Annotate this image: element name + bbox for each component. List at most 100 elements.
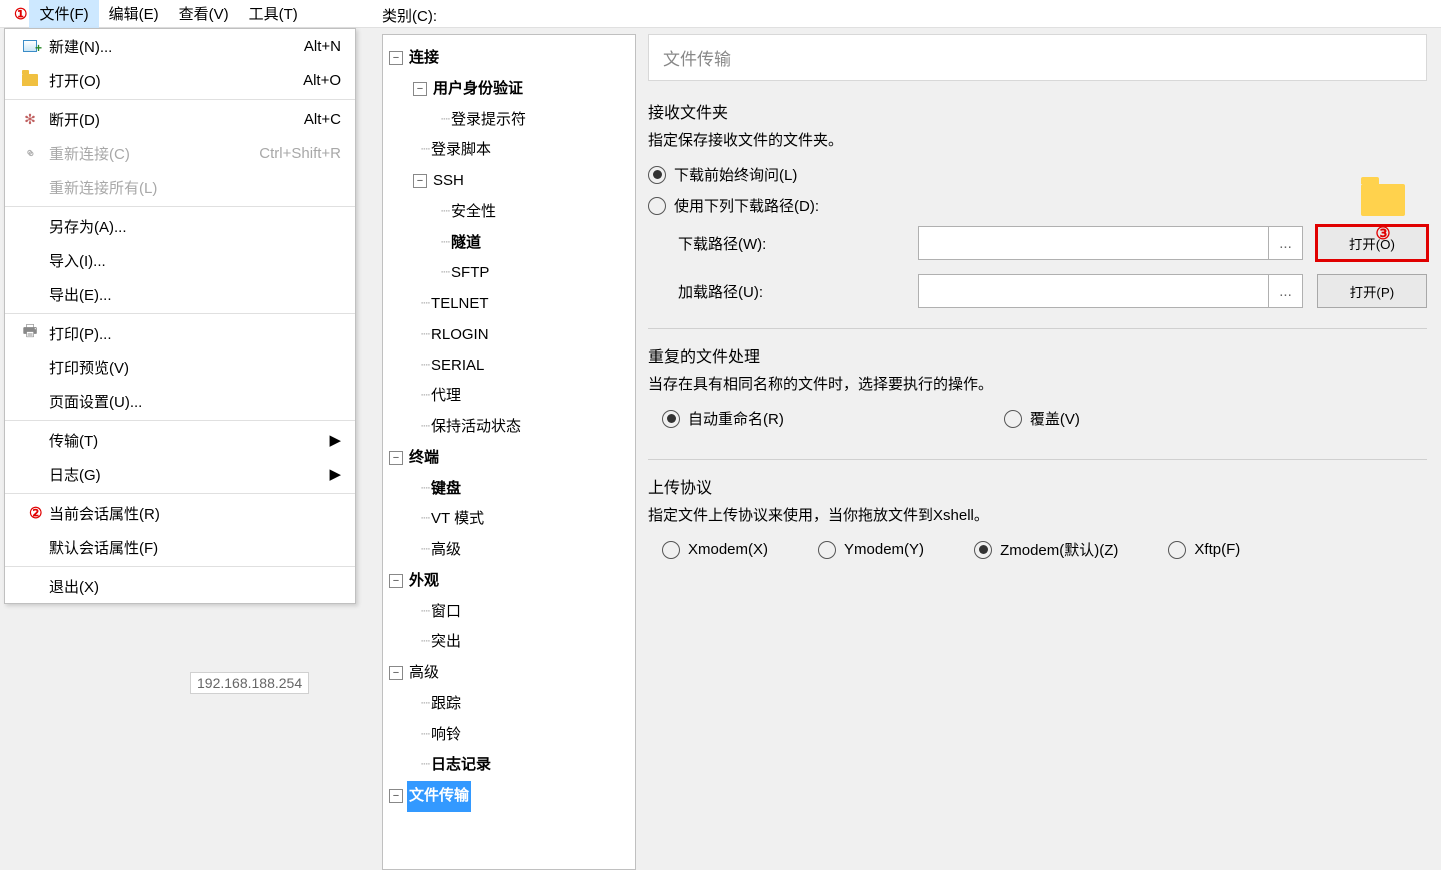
tree-file-transfer[interactable]: −文件传输	[383, 781, 635, 812]
load-path-open-button[interactable]: 打开(P)	[1317, 274, 1427, 308]
radio-icon	[974, 541, 992, 559]
menu-page-setup-label: 页面设置(U)...	[47, 391, 265, 412]
load-path-label: 加载路径(U):	[648, 281, 918, 302]
tree-advanced[interactable]: −高级	[383, 658, 635, 689]
panel-title: 文件传输	[648, 34, 1427, 81]
tree-bell[interactable]: ┈响铃	[383, 720, 635, 751]
menu-save-as[interactable]: 另存为(A)...	[5, 209, 355, 243]
menu-reconnect[interactable]: ⚭ 重新连接(C) Ctrl+Shift+R	[5, 136, 355, 170]
radio-always-ask[interactable]: 下载前始终询问(L)	[648, 164, 1427, 185]
tree-appearance[interactable]: −外观	[383, 566, 635, 597]
chain-icon: ⚭	[12, 135, 48, 171]
tree-advanced-term[interactable]: ┈高级	[383, 535, 635, 566]
menu-disconnect-shortcut: Alt+C	[265, 111, 355, 128]
download-path-browse-button[interactable]: ...	[1269, 226, 1303, 260]
tree-keepalive[interactable]: ┈保持活动状态	[383, 412, 635, 443]
radio-icon	[662, 410, 680, 428]
tree-login-prompt[interactable]: ┈登录提示符	[383, 105, 635, 136]
chevron-right-icon: ▶	[329, 465, 355, 483]
menu-view[interactable]: 查看(V)	[169, 0, 239, 28]
radio-use-path-label: 使用下列下载路径(D):	[674, 195, 819, 216]
menu-transfer[interactable]: 传输(T) ▶	[5, 423, 355, 457]
load-path-input[interactable]	[918, 274, 1269, 308]
menu-disconnect[interactable]: ✻ 断开(D) Alt+C	[5, 102, 355, 136]
tree-security[interactable]: ┈安全性	[383, 197, 635, 228]
menu-reconnect-all[interactable]: 重新连接所有(L)	[5, 170, 355, 204]
tree-telnet[interactable]: ┈TELNET	[383, 289, 635, 320]
menu-export-label: 导出(E)...	[47, 284, 265, 305]
tree-serial[interactable]: ┈SERIAL	[383, 351, 635, 382]
download-path-input[interactable]	[918, 226, 1269, 260]
chevron-right-icon: ▶	[329, 431, 355, 449]
tree-window[interactable]: ┈窗口	[383, 597, 635, 628]
radio-xftp[interactable]: Xftp(F)	[1168, 539, 1240, 560]
annot-3: ③	[1361, 224, 1405, 244]
menu-log[interactable]: 日志(G) ▶	[5, 457, 355, 491]
settings-panel: 文件传输 ③ 接收文件夹 指定保存接收文件的文件夹。 下载前始终询问(L) 使用…	[648, 34, 1427, 870]
tree-proxy[interactable]: ┈代理	[383, 381, 635, 412]
menubar: ① 文件(F) 编辑(E) 查看(V) 工具(T)	[0, 0, 1441, 28]
tree-tunnel[interactable]: ┈隧道	[383, 228, 635, 259]
menu-new-shortcut: Alt+N	[265, 38, 355, 55]
load-path-browse-button[interactable]: ...	[1269, 274, 1303, 308]
tree-connection[interactable]: −连接	[383, 43, 635, 74]
tree-login-script[interactable]: ┈登录脚本	[383, 135, 635, 166]
printer-icon: 🖶	[13, 320, 47, 347]
upload-desc: 指定文件上传协议来使用，当你拖放文件到Xshell。	[648, 504, 1427, 525]
menu-new[interactable]: 新建(N)... Alt+N	[5, 29, 355, 63]
tree-user-auth[interactable]: −用户身份验证	[383, 74, 635, 105]
disconnect-icon: ✻	[13, 111, 47, 128]
menu-open[interactable]: 打开(O) Alt+O	[5, 63, 355, 97]
tree-highlight[interactable]: ┈突出	[383, 627, 635, 658]
open-folder-icon	[13, 74, 47, 86]
radio-overwrite-label: 覆盖(V)	[1030, 408, 1080, 429]
radio-auto-rename[interactable]: 自动重命名(R)	[662, 408, 784, 429]
menu-new-label: 新建(N)...	[47, 36, 265, 57]
menu-import[interactable]: 导入(I)...	[5, 243, 355, 277]
radio-icon	[648, 166, 666, 184]
radio-zmodem-label: Zmodem(默认)(Z)	[1000, 539, 1118, 560]
radio-icon	[818, 541, 836, 559]
tree-vt-mode[interactable]: ┈VT 模式	[383, 504, 635, 535]
recv-folder-desc: 指定保存接收文件的文件夹。	[648, 129, 1427, 150]
tree-keyboard[interactable]: ┈键盘	[383, 474, 635, 505]
radio-icon	[1168, 541, 1186, 559]
menu-file[interactable]: 文件(F)	[29, 0, 98, 28]
download-path-label: 下载路径(W):	[648, 233, 918, 254]
tree-trace[interactable]: ┈跟踪	[383, 689, 635, 720]
menu-page-setup[interactable]: 页面设置(U)...	[5, 384, 355, 418]
menu-tools[interactable]: 工具(T)	[239, 0, 308, 28]
menu-open-label: 打开(O)	[47, 70, 265, 91]
category-tree[interactable]: −连接 −用户身份验证 ┈登录提示符 ┈登录脚本 −SSH ┈安全性 ┈隧道 ┈…	[382, 34, 636, 870]
menu-import-label: 导入(I)...	[47, 250, 265, 271]
menu-current-session-props[interactable]: ② 当前会话属性(R)	[5, 496, 355, 530]
radio-xmodem-label: Xmodem(X)	[688, 541, 768, 558]
annot-2: ②	[29, 504, 42, 522]
tree-ssh[interactable]: −SSH	[383, 166, 635, 197]
menu-edit[interactable]: 编辑(E)	[99, 0, 169, 28]
tree-logging[interactable]: ┈日志记录	[383, 750, 635, 781]
radio-overwrite[interactable]: 覆盖(V)	[1004, 408, 1080, 429]
dup-title: 重复的文件处理	[648, 343, 1427, 367]
tree-rlogin[interactable]: ┈RLOGIN	[383, 320, 635, 351]
radio-xmodem[interactable]: Xmodem(X)	[662, 539, 768, 560]
menu-reconnect-shortcut: Ctrl+Shift+R	[259, 145, 355, 162]
radio-auto-rename-label: 自动重命名(R)	[688, 408, 784, 429]
radio-ymodem[interactable]: Ymodem(Y)	[818, 539, 924, 560]
menu-disconnect-label: 断开(D)	[47, 109, 265, 130]
menu-export[interactable]: 导出(E)...	[5, 277, 355, 311]
radio-icon	[648, 197, 666, 215]
radio-icon	[662, 541, 680, 559]
radio-zmodem[interactable]: Zmodem(默认)(Z)	[974, 539, 1118, 560]
folder-big-annot: ③	[1361, 184, 1405, 244]
menu-open-shortcut: Alt+O	[265, 72, 355, 89]
menu-default-session-props[interactable]: 默认会话属性(F)	[5, 530, 355, 564]
radio-use-path[interactable]: 使用下列下载路径(D):	[648, 195, 1427, 216]
tree-sftp[interactable]: ┈SFTP	[383, 258, 635, 289]
menu-print-preview[interactable]: 打印预览(V)	[5, 350, 355, 384]
menu-exit[interactable]: 退出(X)	[5, 569, 355, 603]
tree-terminal[interactable]: −终端	[383, 443, 635, 474]
menu-print[interactable]: 🖶 打印(P)...	[5, 316, 355, 350]
menu-reconnect-label: 重新连接(C)	[47, 143, 259, 164]
folder-icon	[1361, 184, 1405, 216]
